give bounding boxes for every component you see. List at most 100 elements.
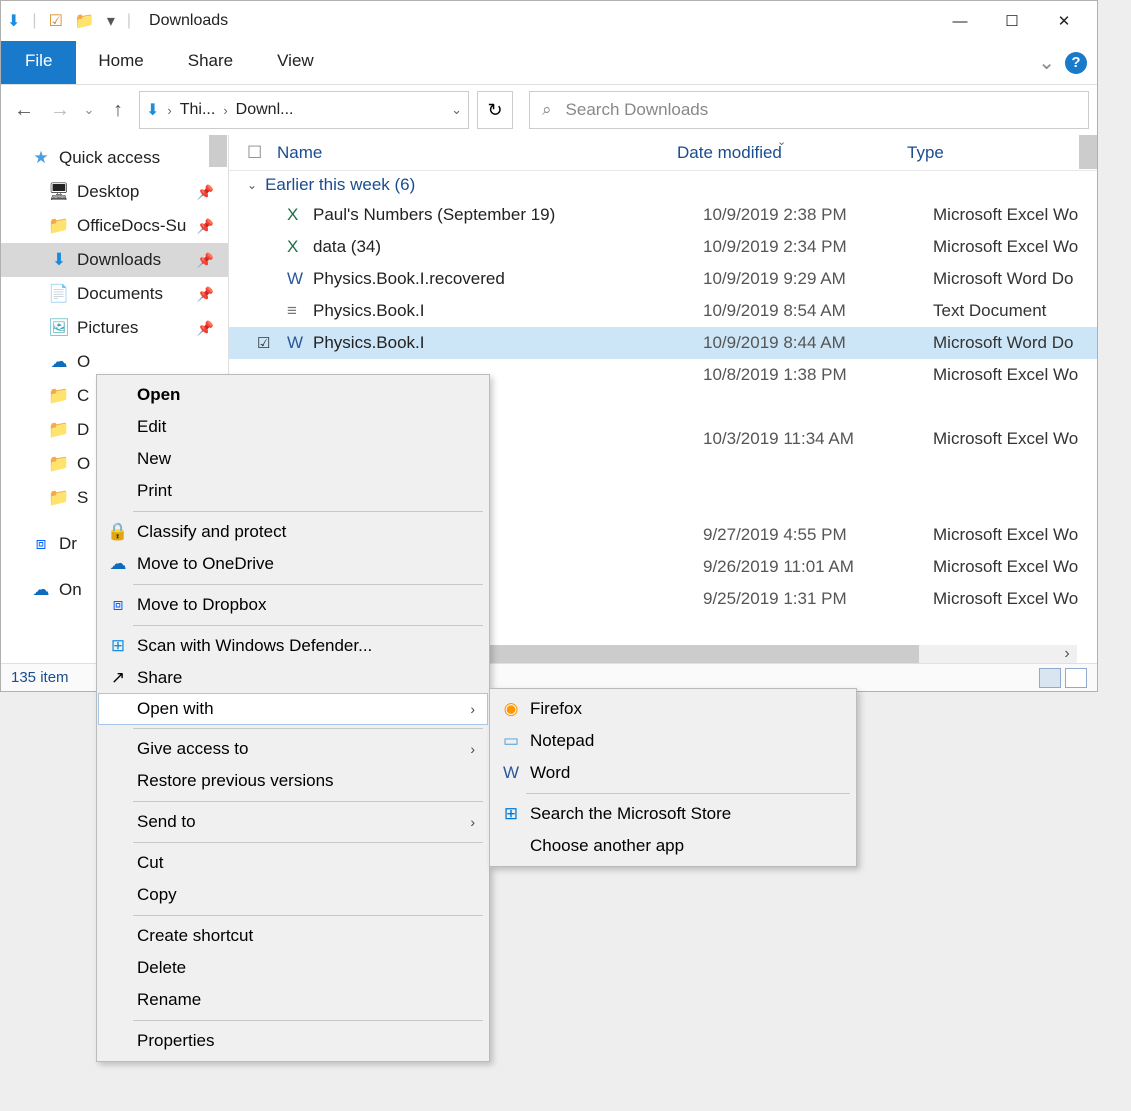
horizontal-scrollbar[interactable]: ›: [469, 645, 1077, 663]
col-type[interactable]: Type: [907, 143, 1097, 163]
nav-item-icon: 📁: [49, 386, 69, 406]
group-collapse-icon[interactable]: ⌄: [247, 178, 257, 192]
star-icon: ★: [31, 148, 51, 168]
breadcrumb-sep-icon[interactable]: ›: [167, 103, 171, 118]
submenu-arrow-icon: ›: [470, 701, 475, 717]
submenu-arrow-icon: ›: [470, 741, 475, 757]
open-with-submenu: ◉Firefox ▭Notepad WWord ⊞Search the Micr…: [489, 688, 857, 867]
ctx-properties[interactable]: Properties: [99, 1025, 487, 1057]
file-row[interactable]: Xdata (34)10/9/2019 2:34 PMMicrosoft Exc…: [229, 231, 1097, 263]
ctx-restore-versions[interactable]: Restore previous versions: [99, 765, 487, 797]
nav-item-icon: 🖥: [49, 182, 69, 202]
col-name[interactable]: Name: [277, 143, 677, 163]
ribbon-home[interactable]: Home: [76, 41, 165, 84]
breadcrumb-current[interactable]: Downl...: [236, 101, 294, 119]
nav-label: On: [59, 580, 82, 600]
ctx-new[interactable]: New: [99, 443, 487, 475]
nav-item-label: Desktop: [77, 182, 139, 202]
dropbox-icon: ⧈: [107, 595, 129, 615]
nav-quick-access[interactable]: ★ Quick access: [1, 141, 228, 175]
nav-item-1[interactable]: 📁OfficeDocs-Su📌: [1, 209, 228, 243]
ctx-give-access[interactable]: Give access to›: [99, 733, 487, 765]
breadcrumb-sep-icon[interactable]: ›: [223, 103, 227, 118]
minimize-button[interactable]: —: [945, 6, 975, 36]
pin-icon: 📌: [197, 218, 220, 235]
help-icon[interactable]: ?: [1065, 52, 1087, 74]
nav-item-0[interactable]: 🖥 Desktop 📌: [1, 175, 228, 209]
file-row[interactable]: ☑WPhysics.Book.I10/9/2019 8:44 AMMicroso…: [229, 327, 1097, 359]
notepad-icon: ▭: [500, 731, 522, 751]
nav-scrollbar[interactable]: [209, 135, 227, 167]
ctx-open[interactable]: Open: [99, 379, 487, 411]
refresh-button[interactable]: ↻: [477, 91, 513, 129]
ctx-edit[interactable]: Edit: [99, 411, 487, 443]
file-date: 10/9/2019 2:38 PM: [703, 205, 933, 225]
breadcrumb-root[interactable]: Thi...: [180, 101, 216, 119]
search-placeholder: Search Downloads: [566, 100, 709, 120]
qat-properties-icon[interactable]: ☑: [49, 11, 63, 31]
qat-arrow-down-icon[interactable]: ⬇: [7, 11, 20, 31]
row-checkbox[interactable]: ☑: [257, 334, 287, 352]
ctx-move-onedrive[interactable]: ☁Move to OneDrive: [99, 548, 487, 580]
nav-item-2[interactable]: ⬇Downloads📌: [1, 243, 228, 277]
pin-icon: 📌: [197, 252, 220, 269]
ribbon-view[interactable]: View: [255, 41, 336, 84]
ctx-create-shortcut[interactable]: Create shortcut: [99, 920, 487, 952]
ow-choose[interactable]: Choose another app: [492, 830, 854, 862]
col-date[interactable]: ⌄Date modified: [677, 143, 907, 163]
word-icon: W: [500, 763, 522, 783]
ctx-send-to[interactable]: Send to›: [99, 806, 487, 838]
file-name: Physics.Book.I: [313, 333, 703, 353]
ctx-share[interactable]: ↗Share: [99, 662, 487, 694]
ribbon-collapse-icon[interactable]: ⌄: [1038, 50, 1055, 75]
status-item-count: 135 item: [11, 669, 69, 686]
back-button[interactable]: ←: [9, 90, 39, 130]
file-type: Microsoft Excel Wo: [933, 429, 1097, 449]
view-large-icons-button[interactable]: [1065, 668, 1087, 688]
ctx-classify[interactable]: 🔒Classify and protect: [99, 516, 487, 548]
file-name: Paul's Numbers (September 19): [313, 205, 703, 225]
recent-dropdown[interactable]: ⌄: [81, 90, 97, 130]
ribbon-share[interactable]: Share: [166, 41, 255, 84]
ow-notepad[interactable]: ▭Notepad: [492, 725, 854, 757]
close-button[interactable]: ✕: [1049, 6, 1079, 36]
forward-button[interactable]: →: [45, 90, 75, 130]
nav-item-label: Documents: [77, 284, 163, 304]
select-all-checkbox[interactable]: ☐: [247, 143, 277, 163]
sort-indicator-icon: ⌄: [777, 135, 786, 148]
ow-word[interactable]: WWord: [492, 757, 854, 789]
file-row[interactable]: XPaul's Numbers (September 19)10/9/2019 …: [229, 199, 1097, 231]
ow-firefox[interactable]: ◉Firefox: [492, 693, 854, 725]
ctx-copy[interactable]: Copy: [99, 879, 487, 911]
breadcrumb-dropdown-icon[interactable]: ⌄: [451, 102, 462, 118]
ctx-print[interactable]: Print: [99, 475, 487, 507]
file-row[interactable]: ≡Physics.Book.I10/9/2019 8:54 AMText Doc…: [229, 295, 1097, 327]
up-button[interactable]: ↑: [103, 90, 133, 130]
ctx-open-with[interactable]: Open with›: [98, 693, 488, 725]
breadcrumb-bar[interactable]: ⬇ › Thi... › Downl... ⌄: [139, 91, 469, 129]
ctx-rename[interactable]: Rename: [99, 984, 487, 1016]
search-box[interactable]: ⌕ Search Downloads: [529, 91, 1089, 129]
column-headers: ☐ Name ⌄Date modified Type: [229, 135, 1097, 171]
nav-item-3[interactable]: 📄Documents📌: [1, 277, 228, 311]
firefox-icon: ◉: [500, 699, 522, 719]
onedrive-icon: ☁: [107, 554, 129, 574]
file-date: 10/9/2019 2:34 PM: [703, 237, 933, 257]
qat-folder-icon[interactable]: 📁: [75, 11, 95, 31]
ctx-cut[interactable]: Cut: [99, 847, 487, 879]
maximize-button[interactable]: ☐: [997, 6, 1027, 36]
file-type-icon: W: [287, 333, 313, 353]
nav-item-4[interactable]: 🖼Pictures📌: [1, 311, 228, 345]
ctx-scan-defender[interactable]: ⊞Scan with Windows Defender...: [99, 630, 487, 662]
qat-dropdown-icon[interactable]: ▾: [107, 11, 115, 31]
group-header[interactable]: ⌄ Earlier this week (6): [229, 171, 1097, 199]
list-scrollbar[interactable]: [1079, 135, 1097, 169]
view-details-button[interactable]: [1039, 668, 1061, 688]
ctx-delete[interactable]: Delete: [99, 952, 487, 984]
ctx-move-dropbox[interactable]: ⧈Move to Dropbox: [99, 589, 487, 621]
file-row[interactable]: WPhysics.Book.I.recovered10/9/2019 9:29 …: [229, 263, 1097, 295]
pin-icon: 📌: [197, 184, 220, 201]
ow-store[interactable]: ⊞Search the Microsoft Store: [492, 798, 854, 830]
ribbon-file[interactable]: File: [1, 41, 76, 84]
shield-icon: ⊞: [107, 636, 129, 656]
